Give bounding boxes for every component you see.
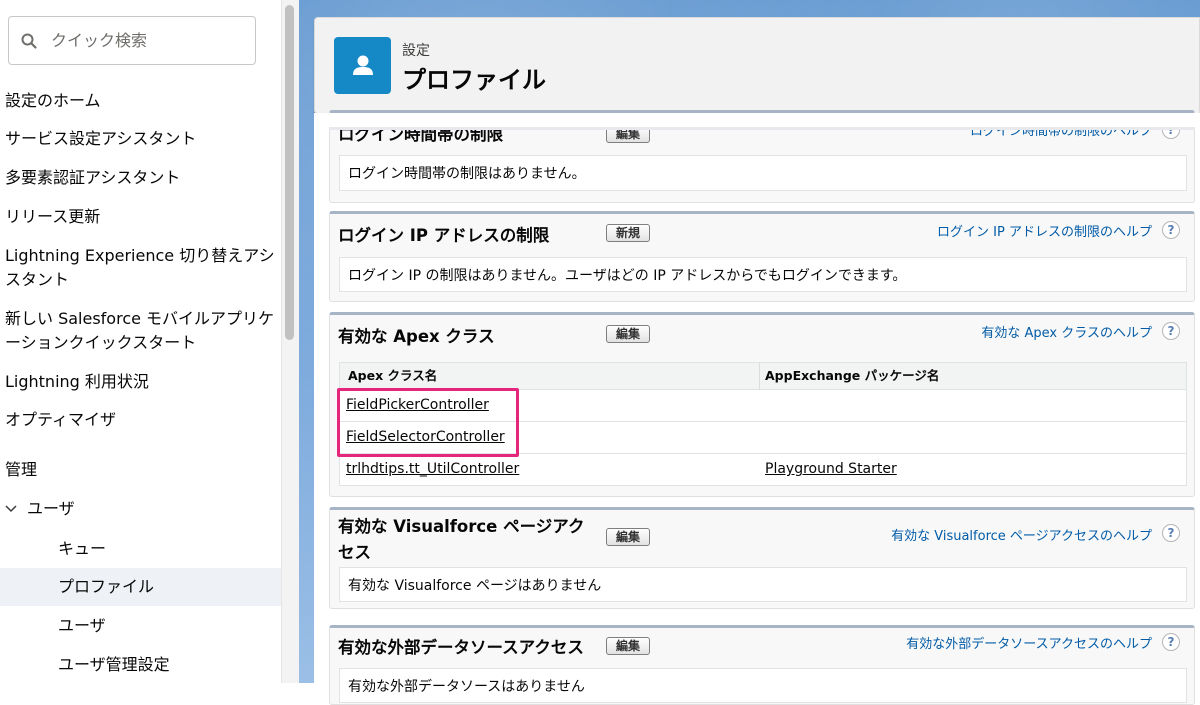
visualforce-help-link[interactable]: 有効な Visualforce ページアクセスのヘルプ: [891, 525, 1152, 544]
quick-search-box[interactable]: [8, 16, 256, 65]
section-divider: [329, 127, 1195, 130]
help-icon[interactable]: ?: [1162, 524, 1180, 542]
profile-icon: [334, 37, 391, 94]
setup-sidebar: 設定のホーム サービス設定アシスタント 多要素認証アシスタント リリース更新 L…: [0, 0, 282, 683]
login-ip-help-link[interactable]: ログイン IP アドレスの制限のヘルプ: [937, 221, 1152, 240]
column-divider: [759, 363, 760, 391]
external-data-help-link[interactable]: 有効な外部データソースアクセスのヘルプ: [906, 633, 1152, 652]
visualforce-body: 有効な Visualforce ページはありません: [339, 567, 1187, 602]
nav-user-management-settings[interactable]: ユーザ管理設定: [0, 653, 281, 677]
help-icon[interactable]: ?: [1162, 322, 1180, 340]
external-data-edit-button[interactable]: 編集: [606, 637, 650, 655]
chevron-down-icon[interactable]: [5, 497, 17, 521]
external-data-title: 有効な外部データソースアクセス: [338, 638, 584, 657]
login-ip-title: ログイン IP アドレスの制限: [338, 226, 550, 245]
nav-mobile-quickstart[interactable]: 新しい Salesforce モバイルアプリケーションクイックスタート: [0, 307, 281, 355]
login-hours-body: ログイン時間帯の制限はありません。: [339, 155, 1187, 191]
login-ip-body: ログイン IP の制限はありません。ユーザはどの IP アドレスからでもログイン…: [339, 257, 1187, 292]
help-icon[interactable]: ?: [1162, 633, 1180, 651]
nav-users-group[interactable]: ユーザ: [0, 497, 281, 521]
apex-classes-edit-button[interactable]: 編集: [606, 325, 650, 343]
page-title: プロファイル: [402, 66, 546, 94]
nav-users-group-label: ユーザ: [27, 499, 75, 518]
nav-queues[interactable]: キュー: [0, 537, 281, 561]
nav-release-updates[interactable]: リリース更新: [0, 205, 281, 229]
apex-classes-title: 有効な Apex クラス: [338, 327, 495, 346]
sidebar-scrollbar-thumb[interactable]: [285, 5, 294, 340]
column-header-package: AppExchange パッケージ名: [765, 368, 940, 383]
nav-setup-home[interactable]: 設定のホーム: [0, 89, 281, 113]
package-link[interactable]: Playground Starter: [765, 461, 897, 477]
external-data-body: 有効な外部データソースはありません: [339, 668, 1187, 703]
apex-classes-help-link[interactable]: 有効な Apex クラスのヘルプ: [981, 322, 1152, 341]
quick-search-input[interactable]: [49, 30, 233, 51]
highlight-box: [337, 388, 519, 457]
table-row: trlhdtips.tt_UtilController Playground S…: [339, 454, 1187, 486]
nav-users[interactable]: ユーザ: [0, 614, 281, 638]
nav-lightning-transition-assistant[interactable]: Lightning Experience 切り替えアシスタント: [0, 244, 281, 292]
nav-mfa-assistant[interactable]: 多要素認証アシスタント: [0, 166, 281, 190]
visualforce-edit-button[interactable]: 編集: [606, 528, 650, 546]
nav-section-administration: 管理: [5, 460, 38, 479]
nav-service-setup-assistant[interactable]: サービス設定アシスタント: [0, 127, 281, 151]
nav-optimizer[interactable]: オプティマイザ: [0, 408, 281, 432]
nav-lightning-usage[interactable]: Lightning 利用状況: [0, 370, 281, 394]
apex-class-link[interactable]: trlhdtips.tt_UtilController: [346, 461, 519, 477]
apex-table-header: Apex クラス名 AppExchange パッケージ名: [339, 362, 1187, 391]
column-header-apex-class: Apex クラス名: [348, 368, 438, 383]
login-ip-new-button[interactable]: 新規: [606, 224, 650, 242]
help-icon[interactable]: ?: [1162, 221, 1180, 239]
visualforce-title: 有効な Visualforce ページアクセス: [338, 517, 585, 562]
breadcrumb[interactable]: 設定: [402, 40, 430, 60]
search-icon: [21, 33, 37, 49]
nav-profiles[interactable]: プロファイル: [0, 568, 281, 606]
